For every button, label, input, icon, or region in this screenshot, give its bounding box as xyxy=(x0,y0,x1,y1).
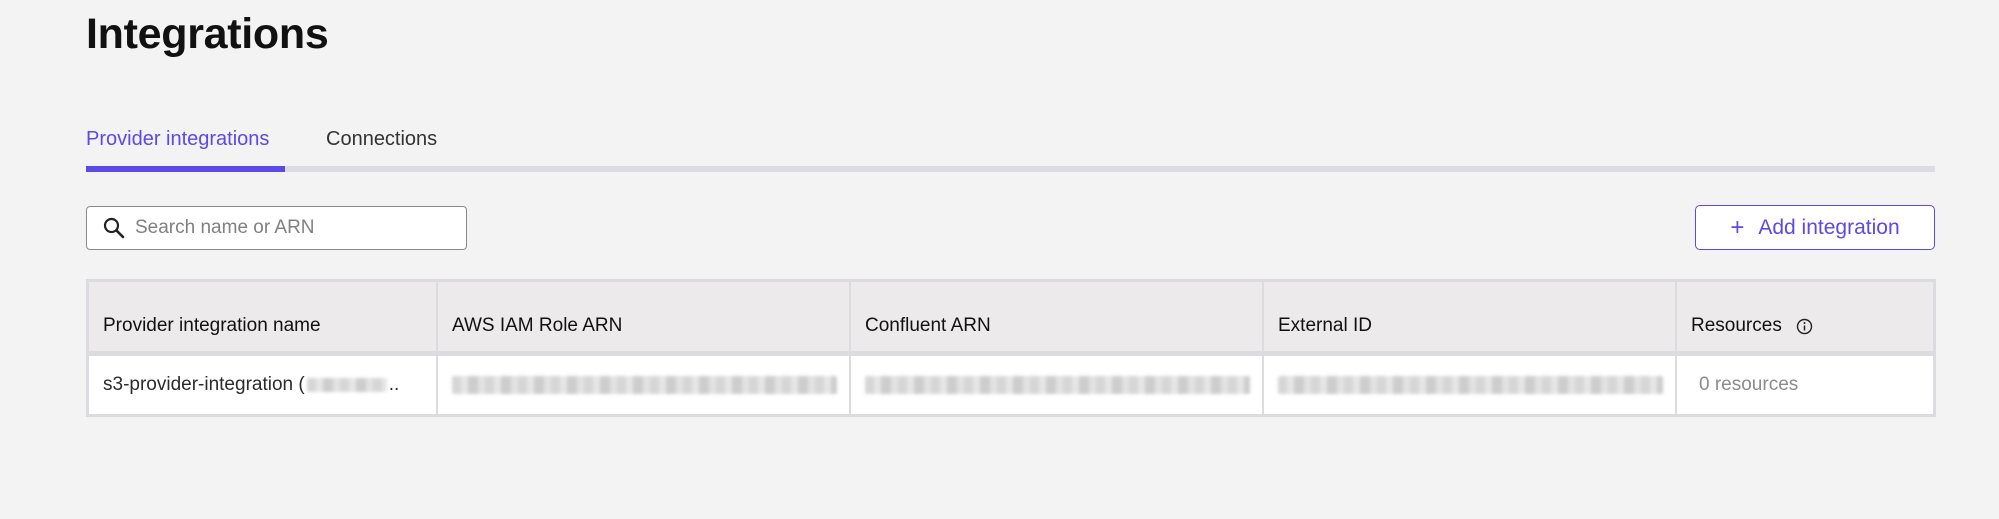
integrations-page: Integrations Provider integrations Conne… xyxy=(0,0,1999,519)
table-row[interactable]: s3-provider-integration ( .. 0 resources xyxy=(89,356,1933,414)
add-integration-label: Add integration xyxy=(1758,215,1900,239)
integrations-table: Provider integration name AWS IAM Role A… xyxy=(86,279,1936,417)
column-header-aws-iam-role-arn-label: AWS IAM Role ARN xyxy=(452,315,623,336)
search-box[interactable] xyxy=(86,206,467,250)
column-header-confluent-arn[interactable]: Confluent ARN xyxy=(851,282,1264,351)
column-header-name[interactable]: Provider integration name xyxy=(89,282,438,351)
add-integration-button[interactable]: + Add integration xyxy=(1695,205,1935,250)
cell-aws-iam-role-arn xyxy=(438,356,851,414)
page-title: Integrations xyxy=(86,10,329,58)
cell-external-id xyxy=(1264,356,1677,414)
info-icon[interactable] xyxy=(1796,318,1813,335)
column-header-external-id-label: External ID xyxy=(1278,315,1372,336)
active-tab-indicator xyxy=(86,166,285,172)
column-header-resources-label: Resources xyxy=(1691,315,1782,336)
plus-icon: + xyxy=(1730,213,1745,241)
integration-name-ellipsis: .. xyxy=(388,374,400,395)
cell-resources: 0 resources xyxy=(1699,374,1799,395)
tabs: Provider integrations Connections xyxy=(86,122,1935,172)
redacted-text xyxy=(306,378,387,392)
table-header: Provider integration name AWS IAM Role A… xyxy=(89,282,1933,356)
redacted-text xyxy=(865,376,1250,394)
search-icon xyxy=(102,215,128,241)
column-header-aws-iam-role-arn[interactable]: AWS IAM Role ARN xyxy=(438,282,851,351)
search-input[interactable] xyxy=(135,217,455,239)
integration-name-text: s3-provider-integration ( xyxy=(103,374,305,395)
column-header-resources[interactable]: Resources xyxy=(1677,282,1933,351)
redacted-text xyxy=(452,376,837,394)
cell-confluent-arn xyxy=(851,356,1264,414)
redacted-text xyxy=(1278,376,1663,394)
column-header-external-id[interactable]: External ID xyxy=(1264,282,1677,351)
tab-connections[interactable]: Connections xyxy=(326,128,437,172)
column-header-confluent-arn-label: Confluent ARN xyxy=(865,315,991,336)
column-header-name-label: Provider integration name xyxy=(103,315,321,336)
cell-integration-name[interactable]: s3-provider-integration ( .. xyxy=(89,356,438,414)
